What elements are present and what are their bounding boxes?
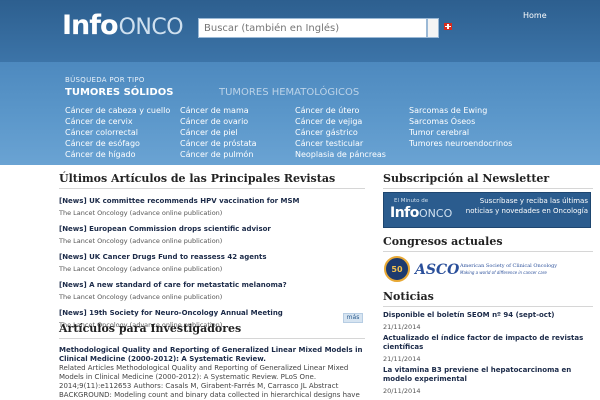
cancer-link[interactable]: Cáncer de vejiga: [295, 116, 386, 127]
cancer-link[interactable]: Cáncer de esófago: [65, 138, 170, 149]
cancer-link[interactable]: Cáncer de útero: [295, 105, 386, 116]
article-source: The Lancet Oncology (advance online publ…: [59, 209, 223, 217]
news-date: 20/11/2014: [383, 387, 421, 395]
news-link[interactable]: La vitamina B3 previene el hepatocarcino…: [383, 366, 593, 384]
newsletter-title: Subscripción al Newsletter: [383, 172, 593, 189]
home-link[interactable]: Home: [523, 11, 547, 20]
cancer-link[interactable]: Cáncer de cervix: [65, 116, 170, 127]
newsletter-logo-info: Info: [390, 205, 419, 221]
latest-articles-title: Últimos Artículos de las Principales Rev…: [59, 172, 365, 189]
list-item: [News] European Commission drops scienti…: [59, 225, 365, 245]
tab-solid-tumors[interactable]: TUMORES SÓLIDOS: [65, 87, 173, 98]
cancer-link[interactable]: Cáncer testicular: [295, 138, 386, 149]
cancer-link[interactable]: Cáncer de mama: [180, 105, 257, 116]
cancer-column-1: Cáncer de cabeza y cuello Cáncer de cerv…: [65, 105, 170, 160]
article-source: The Lancet Oncology (advance online publ…: [59, 293, 223, 301]
cancer-link[interactable]: Tumor cerebral: [409, 127, 512, 138]
article-source: The Lancet Oncology (advance online publ…: [59, 237, 223, 245]
paper-link[interactable]: Methodological Quality and Reporting of …: [59, 346, 365, 364]
cancer-link[interactable]: Cáncer de cabeza y cuello: [65, 105, 170, 116]
list-item: La vitamina B3 previene el hepatocarcino…: [383, 366, 593, 395]
asco-tagline: Making a world of difference in cancer c…: [460, 270, 547, 275]
asco-logo[interactable]: ASCO: [415, 262, 459, 278]
article-link[interactable]: [News] 19th Society for Neuro-Oncology A…: [59, 309, 365, 317]
tab-hematologic-tumors[interactable]: TUMORES HEMATOLÓGICOS: [219, 87, 359, 98]
cancer-column-3: Cáncer de útero Cáncer de vejiga Cáncer …: [295, 105, 386, 160]
latest-articles: Últimos Artículos de las Principales Rev…: [59, 172, 365, 329]
logo-info-text: Info: [62, 10, 119, 41]
cancer-link[interactable]: Cáncer de ovario: [180, 116, 257, 127]
article-link[interactable]: [News] UK committee recommends HPV vacci…: [59, 197, 365, 205]
search-input[interactable]: [198, 18, 427, 38]
newsletter-logo-onco: ONCO: [419, 207, 453, 220]
cancer-link[interactable]: Cáncer de hígado: [65, 149, 170, 160]
noticias-title: Noticias: [383, 290, 593, 307]
paper-abstract: Related Articles Methodological Quality …: [59, 364, 360, 399]
infoonco-logo[interactable]: Info ONCO: [62, 10, 184, 42]
cancer-link[interactable]: Cáncer de pulmón: [180, 149, 257, 160]
news-link[interactable]: Disponible el boletín SEOM nº 94 (sept-o…: [383, 311, 593, 320]
cancer-link[interactable]: Cáncer de próstata: [180, 138, 257, 149]
cancer-column-4: Sarcomas de Ewing Sarcomas Óseos Tumor c…: [409, 105, 512, 149]
article-link[interactable]: [News] European Commission drops scienti…: [59, 225, 365, 233]
newsletter-minuto: El Minuto de: [394, 198, 429, 204]
congresos-title: Congresos actuales: [383, 235, 593, 252]
logo-onco-text: ONCO: [118, 15, 184, 40]
cancer-column-2: Cáncer de mama Cáncer de ovario Cáncer d…: [180, 105, 257, 160]
cancer-link[interactable]: Cáncer colorrectal: [65, 127, 170, 138]
article-link[interactable]: [News] A new standard of care for metast…: [59, 281, 365, 289]
list-item: [News] UK committee recommends HPV vacci…: [59, 197, 365, 217]
news-link[interactable]: Actualizado el índice factor de impacto …: [383, 334, 593, 352]
cancer-link[interactable]: Neoplasia de páncreas: [295, 149, 386, 160]
cancer-link[interactable]: Tumores neuroendocrinos: [409, 138, 512, 149]
search-type-label: BÚSQUEDA POR TIPO: [65, 76, 145, 84]
swiss-flag-icon[interactable]: [444, 23, 452, 30]
news-date: 21/11/2014: [383, 355, 421, 363]
cancer-link[interactable]: Cáncer gástrico: [295, 127, 386, 138]
cancer-link[interactable]: Sarcomas de Ewing: [409, 105, 512, 116]
search-button[interactable]: [427, 18, 439, 38]
cancer-link[interactable]: Sarcomas Óseos: [409, 116, 512, 127]
list-item: Actualizado el índice factor de impacto …: [383, 334, 593, 363]
newsletter-banner[interactable]: El Minuto de Info ONCO Suscríbase y reci…: [383, 192, 591, 228]
cancer-link[interactable]: Cáncer de piel: [180, 127, 257, 138]
list-item: [News] UK Cancer Drugs Fund to reassess …: [59, 253, 365, 273]
researchers-title: Artículos para Investigadores: [59, 322, 365, 339]
article-source: The Lancet Oncology (advance online publ…: [59, 265, 223, 273]
article-link[interactable]: [News] UK Cancer Drugs Fund to reassess …: [59, 253, 365, 261]
news-date: 21/11/2014: [383, 323, 421, 331]
list-item: Disponible el boletín SEOM nº 94 (sept-o…: [383, 311, 593, 331]
newsletter-text: Suscríbase y reciba las últimas noticias…: [465, 197, 588, 215]
list-item: [News] A new standard of care for metast…: [59, 281, 365, 301]
asco-name: American Society of Clinical Oncology: [460, 263, 558, 269]
asco-badge-number: 50: [391, 265, 403, 274]
